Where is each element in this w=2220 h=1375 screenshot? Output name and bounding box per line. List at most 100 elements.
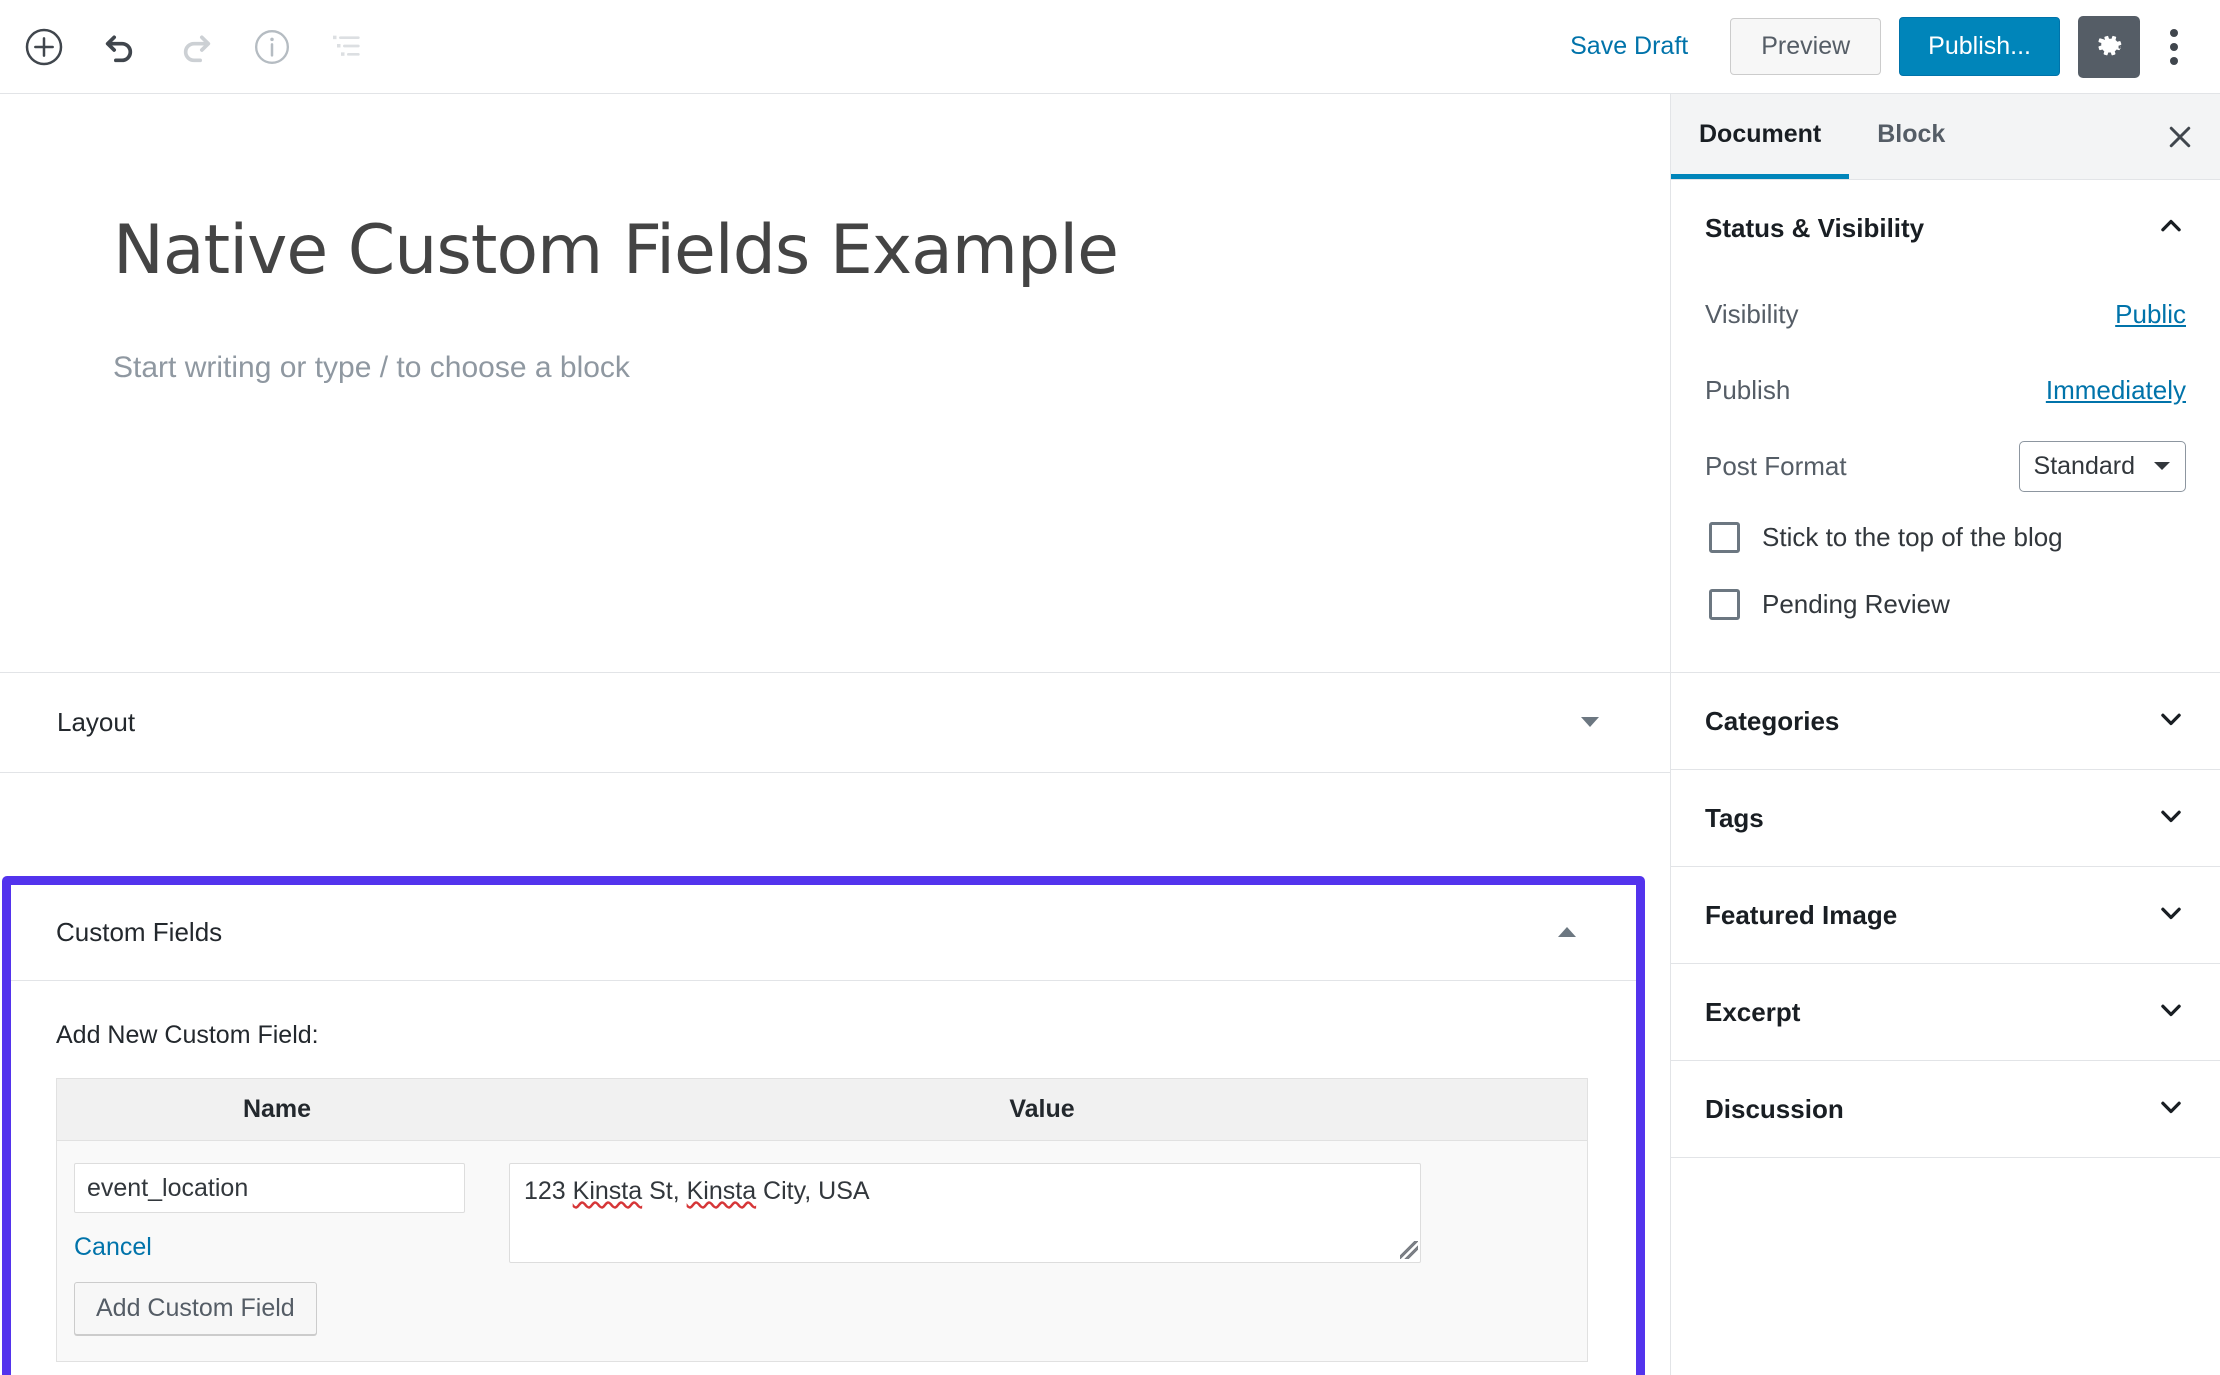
panel-status-visibility-title: Status & Visibility — [1705, 212, 1925, 243]
toolbar-left-group — [0, 17, 378, 77]
publish-button[interactable]: Publish... — [1899, 17, 2060, 76]
panel-categories: Categories — [1671, 673, 2220, 770]
panel-excerpt-title: Excerpt — [1705, 996, 1801, 1027]
custom-fields-footnote: Custom fields can be used to add extra m… — [56, 1362, 1591, 1375]
value-text-run: St, — [642, 1177, 687, 1205]
column-header-value: Value — [1009, 1095, 1075, 1123]
pending-review-checkbox[interactable] — [1709, 589, 1740, 620]
metabox-layout-toggle[interactable] — [1578, 712, 1670, 734]
panel-excerpt-header[interactable]: Excerpt — [1671, 964, 2220, 1060]
block-placeholder[interactable]: Start writing or type / to choose a bloc… — [0, 289, 1670, 385]
panel-featured-image: Featured Image — [1671, 867, 2220, 964]
sticky-checkbox-row[interactable]: Stick to the top of the blog — [1705, 504, 2186, 571]
chevron-down-icon — [2161, 713, 2181, 725]
custom-field-value-wrapper: 123 Kinsta St, Kinsta City, USA — [509, 1163, 1421, 1263]
panel-tags: Tags — [1671, 770, 2220, 867]
caret-up-icon — [1558, 926, 1576, 937]
row-post-format: Post Format Standard — [1705, 428, 2186, 504]
editor-toolbar: Save Draft Preview Publish... — [0, 0, 2220, 94]
custom-fields-highlight-box: Custom Fields Add New Custom Field: Name… — [2, 876, 1645, 1375]
add-new-custom-field-label: Add New Custom Field: — [56, 1021, 319, 1049]
misspelled-word: Kinsta — [686, 1177, 757, 1205]
panel-featured-image-title: Featured Image — [1705, 899, 1898, 930]
chevron-down-icon — [2161, 1101, 2181, 1113]
custom-field-name-cell: Cancel Add Custom Field — [57, 1163, 497, 1361]
add-custom-field-button[interactable]: Add Custom Field — [74, 1282, 317, 1335]
sidebar-tabs: Document Block — [1671, 94, 2220, 180]
chevron-up-icon — [2161, 219, 2181, 231]
panel-status-visibility-body: Visibility Public Publish Immediately Po… — [1671, 276, 2220, 672]
chevron-down-icon — [2161, 907, 2181, 919]
panel-featured-image-toggle[interactable] — [2156, 898, 2186, 933]
panel-categories-header[interactable]: Categories — [1671, 673, 2220, 769]
custom-fields-toggle[interactable] — [1555, 922, 1636, 944]
row-publish: Publish Immediately — [1705, 352, 2186, 428]
panel-categories-title: Categories — [1705, 705, 1840, 736]
custom-field-name-input[interactable] — [74, 1163, 465, 1213]
panel-tags-header[interactable]: Tags — [1671, 770, 2220, 866]
post-format-label: Post Format — [1705, 450, 1847, 481]
publish-value-button[interactable]: Immediately — [2046, 375, 2186, 406]
preview-button[interactable]: Preview — [1730, 18, 1882, 75]
panel-tags-title: Tags — [1705, 802, 1764, 833]
column-header-name: Name — [242, 1095, 312, 1123]
sticky-label: Stick to the top of the blog — [1762, 522, 2063, 552]
cancel-link[interactable]: Cancel — [74, 1233, 152, 1262]
pending-review-checkbox-row[interactable]: Pending Review — [1705, 571, 2186, 638]
settings-toggle-button[interactable] — [2078, 15, 2140, 78]
gear-icon — [2098, 35, 2122, 55]
panel-discussion-header[interactable]: Discussion — [1671, 1061, 2220, 1157]
redo-button[interactable] — [166, 17, 226, 77]
visibility-value-button[interactable]: Public — [2115, 299, 2186, 330]
post-title[interactable]: Native Custom Fields Example — [0, 94, 1670, 289]
custom-fields-table-row: Cancel Add Custom Field 123 Kinsta St, K… — [57, 1141, 1587, 1361]
custom-fields-header[interactable]: Custom Fields — [11, 885, 1636, 981]
metabox-layout[interactable]: Layout — [0, 673, 1670, 773]
panel-status-visibility-toggle[interactable] — [2156, 211, 2186, 246]
editor-canvas: Native Custom Fields Example Start writi… — [0, 94, 1670, 1375]
redo-icon — [183, 35, 211, 62]
caret-down-icon — [2154, 462, 2170, 470]
custom-field-value-textarea[interactable]: 123 Kinsta St, Kinsta City, USA — [509, 1163, 1421, 1263]
list-view-button[interactable] — [318, 17, 378, 77]
sticky-checkbox[interactable] — [1709, 522, 1740, 553]
custom-fields-body: Add New Custom Field: Name Value Cancel … — [11, 981, 1636, 1375]
visibility-label: Visibility — [1705, 298, 1799, 329]
post-format-value: Standard — [2033, 451, 2135, 480]
panel-featured-image-header[interactable]: Featured Image — [1671, 867, 2220, 963]
custom-fields-table-header: Name Value — [57, 1079, 1587, 1141]
panel-status-visibility: Status & Visibility Visibility Public Pu… — [1671, 180, 2220, 673]
save-draft-button[interactable]: Save Draft — [1552, 22, 1706, 71]
list-view-icon — [333, 35, 360, 56]
chevron-down-icon — [2161, 810, 2181, 822]
custom-field-value-cell: 123 Kinsta St, Kinsta City, USA — [497, 1163, 1587, 1361]
tab-block[interactable]: Block — [1849, 94, 1973, 179]
more-options-button[interactable] — [2150, 16, 2198, 78]
plus-circle-icon — [25, 28, 63, 65]
panel-categories-toggle[interactable] — [2156, 704, 2186, 739]
panel-discussion-title: Discussion — [1705, 1093, 1844, 1124]
undo-button[interactable] — [90, 17, 150, 77]
post-format-select[interactable]: Standard — [2018, 440, 2186, 492]
kebab-dot — [2170, 42, 2178, 51]
panel-status-visibility-header[interactable]: Status & Visibility — [1671, 180, 2220, 276]
panel-discussion: Discussion — [1671, 1061, 2220, 1158]
close-sidebar-button[interactable] — [2140, 94, 2220, 179]
toolbar-right-group: Save Draft Preview Publish... — [1552, 15, 2220, 78]
custom-fields-title: Custom Fields — [56, 917, 223, 947]
kebab-dot — [2170, 56, 2178, 65]
panel-excerpt-toggle[interactable] — [2156, 995, 2186, 1030]
textarea-resize-handle[interactable] — [1400, 1241, 1418, 1259]
chevron-down-icon — [2161, 1004, 2181, 1016]
content-info-button[interactable] — [242, 17, 302, 77]
publish-label: Publish — [1705, 374, 1791, 405]
panel-excerpt: Excerpt — [1671, 964, 2220, 1061]
tab-document[interactable]: Document — [1671, 94, 1850, 179]
info-circle-icon — [255, 29, 289, 64]
row-visibility: Visibility Public — [1705, 276, 2186, 352]
value-text-run: 123 — [524, 1177, 573, 1205]
metabox-layout-title: Layout — [57, 707, 136, 737]
panel-discussion-toggle[interactable] — [2156, 1092, 2186, 1127]
add-block-button[interactable] — [14, 17, 74, 77]
panel-tags-toggle[interactable] — [2156, 801, 2186, 836]
